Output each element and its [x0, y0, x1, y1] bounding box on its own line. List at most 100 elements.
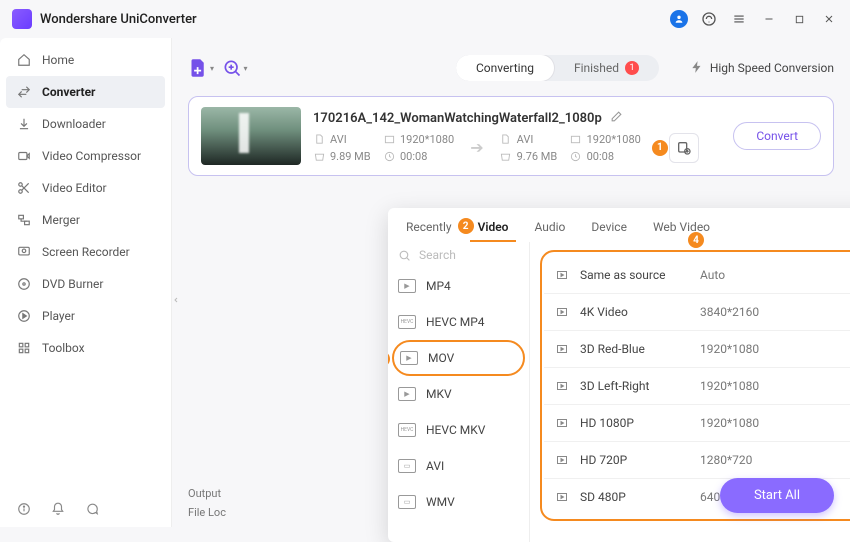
sidebar-item-toolbox[interactable]: Toolbox [0, 332, 171, 364]
support-icon[interactable] [700, 10, 718, 28]
popover-tab-audio[interactable]: Audio [530, 218, 569, 236]
preset-resolution: Auto [700, 268, 839, 282]
sidebar-item-label: Downloader [42, 117, 106, 131]
rename-icon[interactable] [610, 110, 623, 127]
chevron-down-icon: ▾ [243, 64, 247, 73]
source-format: AVI [330, 133, 347, 146]
target-format: AVI [517, 133, 534, 146]
finished-count-badge: 1 [625, 61, 639, 75]
popover-tab-recently[interactable]: Recently [402, 218, 456, 236]
format-icon: ▶ [400, 351, 418, 365]
sidebar-item-video-compressor[interactable]: Video Compressor [0, 140, 171, 172]
window-close-button[interactable] [820, 10, 838, 28]
feedback-icon[interactable] [84, 501, 100, 517]
format-item-mkv[interactable]: ▶MKV [388, 376, 529, 412]
sidebar-item-dvd-burner[interactable]: DVD Burner [0, 268, 171, 300]
preset-name: 3D Red-Blue [580, 342, 690, 356]
popover-tab-device[interactable]: Device [587, 218, 631, 236]
tab-label: Recently [406, 220, 452, 234]
file-icon [500, 133, 512, 145]
format-search[interactable]: Search [388, 242, 529, 268]
size-icon [313, 150, 325, 162]
preset-item[interactable]: 3D Red-Blue 1920*1080 [544, 330, 850, 367]
preset-name: 3D Left-Right [580, 379, 690, 393]
preset-name: HD 720P [580, 453, 690, 467]
preset-item[interactable]: 4K Video 3840*2160 [544, 293, 850, 330]
sidebar-item-video-editor[interactable]: Video Editor [0, 172, 171, 204]
format-icon: ▶ [398, 279, 416, 293]
tab-converting[interactable]: Converting [456, 55, 554, 81]
preset-name: HD 1080P [580, 416, 690, 430]
preset-resolution: 1920*1080 [700, 342, 839, 356]
add-from-source-button[interactable]: ▾ [222, 55, 248, 81]
format-label: MOV [428, 351, 454, 365]
sidebar-item-label: Screen Recorder [42, 245, 130, 259]
size-icon [500, 150, 512, 162]
video-icon [554, 491, 570, 503]
sidebar-item-label: Video Editor [42, 181, 107, 195]
info-icon[interactable] [16, 501, 32, 517]
format-item-mp4[interactable]: ▶MP4 [388, 268, 529, 304]
preset-item[interactable]: HD 720P 1280*720 [544, 441, 850, 478]
start-all-button[interactable]: Start All [720, 478, 834, 513]
output-label: Output [188, 487, 226, 500]
user-avatar-icon[interactable] [670, 10, 688, 28]
app-title: Wondershare UniConverter [40, 12, 197, 27]
sidebar-item-merger[interactable]: Merger [0, 204, 171, 236]
fileloc-label: File Loc [188, 506, 226, 519]
sidebar-item-home[interactable]: Home [0, 44, 171, 76]
compressor-icon [16, 148, 32, 164]
tab-label: Device [591, 220, 627, 234]
tab-label: Video [478, 220, 509, 234]
add-file-button[interactable]: ▾ [188, 55, 214, 81]
format-item-wmv[interactable]: ▭WMV [388, 484, 529, 520]
sidebar-item-converter[interactable]: Converter [6, 76, 165, 108]
sidebar-item-player[interactable]: Player [0, 300, 171, 332]
video-thumbnail[interactable] [201, 107, 301, 165]
format-label: AVI [426, 459, 444, 473]
file-icon [313, 133, 325, 145]
format-item-mov[interactable]: 3 ▶MOV [392, 340, 525, 376]
menu-icon[interactable] [730, 10, 748, 28]
format-label: WMV [426, 495, 455, 509]
sidebar-item-downloader[interactable]: Downloader [0, 108, 171, 140]
format-item-hevc-mp4[interactable]: HEVCHEVC MP4 [388, 304, 529, 340]
resolution-icon [383, 133, 395, 145]
video-icon [554, 343, 570, 355]
preset-item[interactable]: HD 1080P 1920*1080 [544, 404, 850, 441]
preset-resolution: 1280*720 [700, 453, 839, 467]
resolution-icon [570, 133, 582, 145]
tab-label: Converting [476, 61, 534, 75]
popover-tab-video[interactable]: 2 Video [474, 218, 513, 236]
preset-item[interactable]: Same as source Auto [544, 256, 850, 293]
search-placeholder: Search [419, 248, 456, 262]
sidebar-item-label: Video Compressor [42, 149, 141, 163]
format-item-hevc-mkv[interactable]: HEVCHEVC MKV [388, 412, 529, 448]
format-list: Search ▶MP4 HEVCHEVC MP4 3 ▶MOV ▶MKV HEV… [388, 242, 530, 542]
window-minimize-button[interactable] [760, 10, 778, 28]
highspeed-toggle[interactable]: High Speed Conversion [690, 60, 834, 77]
tab-label: Audio [534, 220, 565, 234]
arrow-right-icon: ➔ [464, 138, 489, 157]
format-label: MKV [426, 387, 452, 401]
window-maximize-button[interactable] [790, 10, 808, 28]
clock-icon [570, 150, 582, 162]
preset-item[interactable]: 3D Left-Right 1920*1080 [544, 367, 850, 404]
file-card: 170216A_142_WomanWatchingWaterfall2_1080… [188, 96, 834, 176]
source-duration: 00:08 [400, 150, 427, 163]
chevron-down-icon: ▾ [210, 64, 214, 73]
convert-button[interactable]: Convert [733, 122, 821, 150]
popover-tab-web-video[interactable]: Web Video [649, 218, 714, 236]
sidebar-item-label: Converter [42, 85, 95, 99]
step-badge-2: 2 [458, 218, 474, 234]
bell-icon[interactable] [50, 501, 66, 517]
preset-resolution: 1920*1080 [700, 416, 839, 430]
preset-name: 4K Video [580, 305, 690, 319]
output-settings-button[interactable]: 1 [669, 133, 699, 163]
sidebar-item-screen-recorder[interactable]: Screen Recorder [0, 236, 171, 268]
footer-labels: Output File Loc [188, 487, 226, 519]
download-icon [16, 116, 32, 132]
format-item-avi[interactable]: ▭AVI [388, 448, 529, 484]
tab-finished[interactable]: Finished 1 [554, 55, 659, 81]
preset-name: SD 480P [580, 490, 690, 504]
